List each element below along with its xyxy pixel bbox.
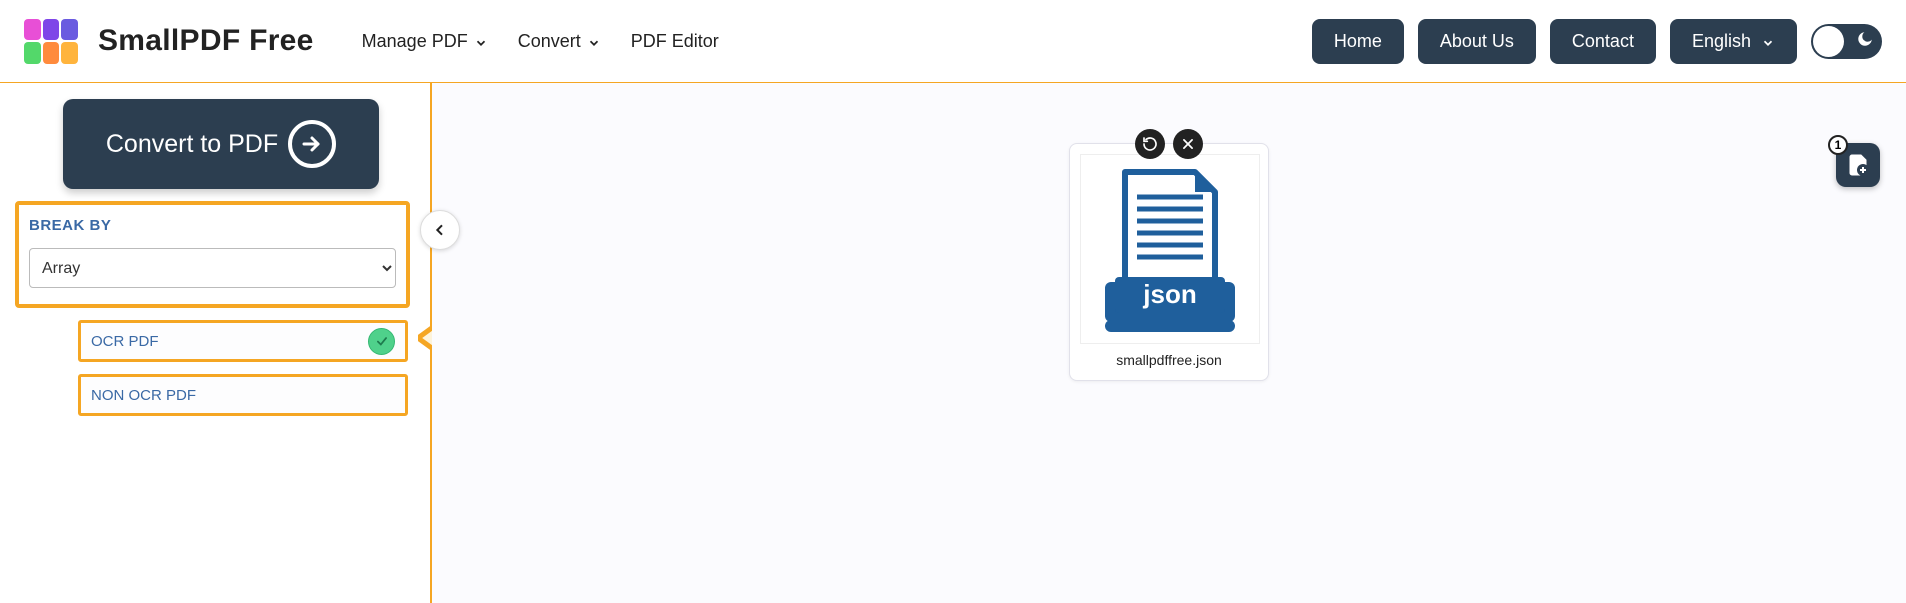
rotate-button[interactable] [1135, 129, 1165, 159]
theme-toggle[interactable] [1811, 24, 1882, 59]
chevron-down-icon [587, 34, 601, 48]
brand-name: SmallPDF Free [98, 24, 314, 58]
nav-manage-pdf[interactable]: Manage PDF [362, 31, 488, 52]
nav-convert[interactable]: Convert [518, 31, 601, 52]
main-area: Convert to PDF BREAK BY Array OCR PDF [0, 83, 1906, 603]
file-thumbnail: json [1080, 154, 1260, 344]
nav-label: Convert [518, 31, 581, 52]
file-card-controls [1135, 129, 1203, 159]
check-icon [368, 328, 395, 355]
break-by-panel: BREAK BY Array [15, 201, 410, 308]
chevron-down-icon [1761, 34, 1775, 48]
svg-text:json: json [1142, 279, 1196, 309]
remove-button[interactable] [1173, 129, 1203, 159]
convert-button[interactable]: Convert to PDF [63, 99, 379, 189]
file-card[interactable]: json smallpdffree.json [1069, 143, 1269, 381]
main-nav: Manage PDF Convert PDF Editor [362, 31, 719, 52]
logo[interactable] [24, 19, 78, 64]
chevron-down-icon [474, 34, 488, 48]
file-count-badge: 1 [1828, 135, 1848, 155]
file-name: smallpdffree.json [1080, 344, 1258, 370]
add-file-widget: 1 [1836, 143, 1880, 187]
contact-button[interactable]: Contact [1550, 19, 1656, 64]
option-label: OCR PDF [91, 333, 159, 350]
top-header: SmallPDF Free Manage PDF Convert PDF Edi… [0, 0, 1906, 83]
moon-icon [1856, 30, 1874, 53]
file-canvas: json smallpdffree.json 1 [432, 83, 1906, 603]
add-file-icon [1846, 153, 1870, 177]
option-label: NON OCR PDF [91, 387, 196, 404]
home-button[interactable]: Home [1312, 19, 1404, 64]
theme-toggle-knob [1813, 26, 1844, 57]
option-non-ocr-pdf[interactable]: NON OCR PDF [78, 374, 408, 416]
language-label: English [1692, 31, 1751, 52]
left-panel: Convert to PDF BREAK BY Array OCR PDF [0, 83, 432, 603]
language-select[interactable]: English [1670, 19, 1797, 64]
break-by-label: BREAK BY [29, 217, 396, 234]
option-ocr-pdf[interactable]: OCR PDF [78, 320, 408, 362]
nav-label: PDF Editor [631, 31, 719, 52]
nav-pdf-editor[interactable]: PDF Editor [631, 31, 719, 52]
about-button[interactable]: About Us [1418, 19, 1536, 64]
add-file-button[interactable]: 1 [1836, 143, 1880, 187]
break-by-select[interactable]: Array [29, 248, 396, 288]
nav-label: Manage PDF [362, 31, 468, 52]
convert-label: Convert to PDF [106, 130, 278, 159]
arrow-right-circle-icon [288, 120, 336, 168]
header-actions: Home About Us Contact English [1312, 19, 1882, 64]
collapse-panel-button[interactable] [420, 210, 460, 250]
